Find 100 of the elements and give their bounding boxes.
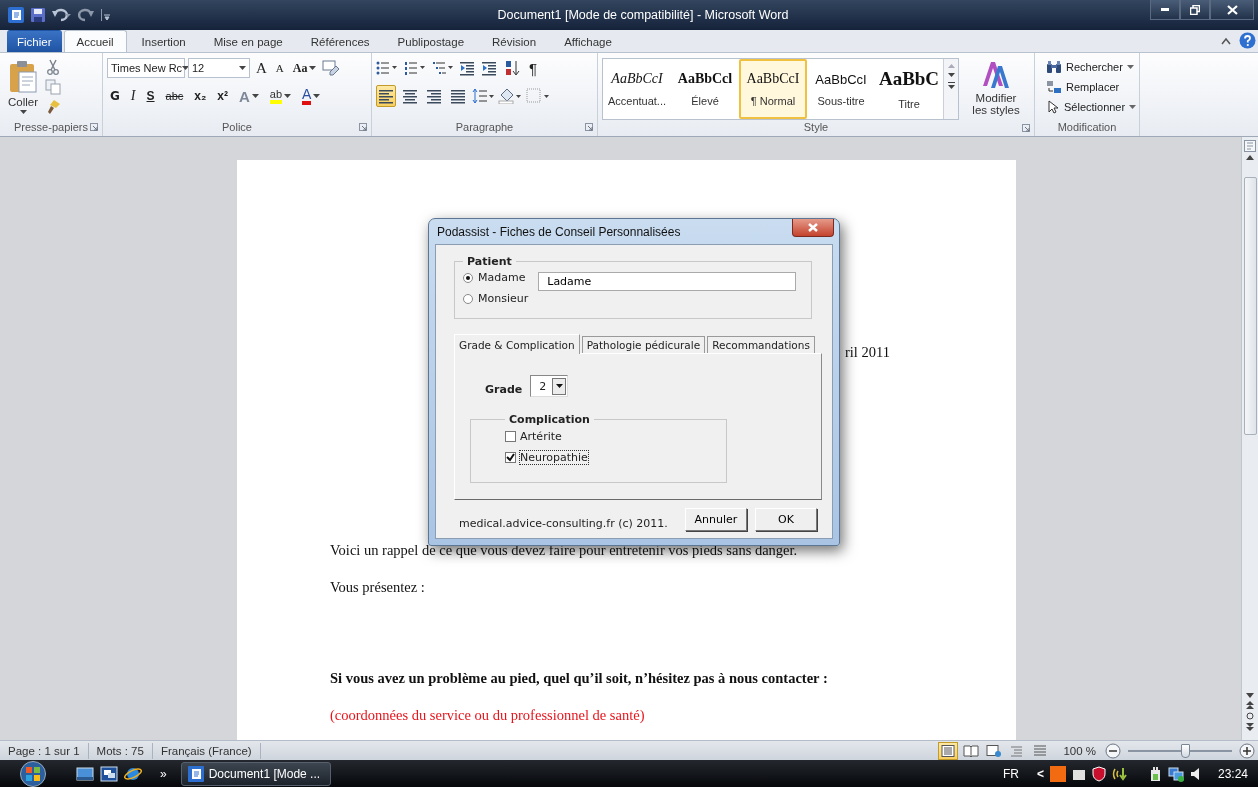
undo-icon[interactable] [52, 7, 72, 23]
color-button[interactable]: A [299, 85, 324, 107]
browse-object-icon[interactable] [1246, 712, 1254, 720]
shield-icon[interactable] [1091, 765, 1106, 782]
style-item[interactable]: AaBbCcl Élevé [671, 59, 739, 119]
format-button[interactable]: S [143, 85, 158, 107]
editing-button[interactable]: Rechercher [1043, 57, 1140, 76]
sort-icon[interactable] [504, 60, 520, 76]
dialog-button[interactable]: Annuler [685, 508, 747, 531]
minimize-button[interactable] [1150, 0, 1180, 20]
ribbon-tab[interactable]: Accueil [63, 30, 127, 52]
ruler-toggle-icon[interactable] [1244, 140, 1256, 152]
format-button[interactable]: G [107, 85, 123, 107]
shading-icon[interactable] [498, 88, 522, 104]
network-icon[interactable] [1167, 765, 1184, 782]
name-field[interactable]: Ladame [538, 272, 797, 291]
scroll-up-icon[interactable] [1246, 155, 1254, 160]
dialog-tab[interactable]: Recommandations [707, 336, 815, 353]
editing-button[interactable]: Sélectionner [1043, 97, 1140, 116]
scroll-down-icon[interactable] [947, 73, 955, 77]
dialog-tab[interactable]: Pathologie pédicurale [581, 336, 706, 353]
pilcrow-button[interactable]: ¶ [526, 57, 541, 79]
style-item[interactable]: AaBbCcI ¶ Normal [739, 59, 807, 119]
borders-icon[interactable] [526, 88, 550, 104]
checkbox-label[interactable]: Artérite [520, 430, 562, 443]
zoom-level[interactable]: 100 % [1053, 744, 1102, 757]
shrink-font-button[interactable]: A [272, 57, 287, 79]
clock[interactable]: 23:24 [1217, 766, 1248, 781]
editing-button[interactable]: Remplacer [1043, 77, 1140, 96]
signal-icon[interactable] [1111, 765, 1128, 782]
redo-icon[interactable] [78, 7, 94, 23]
numbering-icon[interactable] [404, 60, 426, 76]
ribbon-tab[interactable]: Fichier [7, 30, 62, 52]
scissors-icon[interactable] [45, 59, 62, 75]
previous-page-icon[interactable] [1246, 701, 1254, 709]
switch-windows-icon[interactable] [100, 765, 118, 782]
color-button[interactable]: ab [266, 85, 295, 107]
status-item[interactable]: Page : 1 sur 1 [0, 742, 89, 759]
ribbon-tab[interactable]: Mise en page [200, 30, 296, 52]
dialog-launcher-icon[interactable] [359, 123, 367, 131]
bullets-icon[interactable] [376, 60, 398, 76]
language-indicator[interactable]: FR [1002, 766, 1019, 781]
checkbox[interactable] [505, 431, 516, 442]
change-case-button[interactable]: Aa [289, 57, 320, 79]
ribbon-tab[interactable]: Révision [479, 30, 550, 52]
dialog-close-button[interactable] [792, 219, 834, 237]
help-icon[interactable] [1239, 32, 1256, 49]
scrollbar-thumb[interactable] [1243, 177, 1257, 435]
status-item[interactable]: Français (France) [152, 742, 261, 759]
provider-icon[interactable] [1049, 765, 1066, 782]
radio-button[interactable] [463, 272, 473, 283]
restore-button[interactable] [1180, 0, 1210, 20]
change-styles-button[interactable]: Modifier les styles [966, 57, 1026, 120]
increase-indent-icon[interactable] [482, 60, 498, 76]
customize-icon[interactable] [100, 7, 110, 23]
font-size-field[interactable]: 12 [188, 58, 250, 78]
clear-format-icon[interactable] [322, 60, 341, 76]
ribbon-tab[interactable]: Insertion [128, 30, 199, 52]
line-spacing-icon[interactable] [472, 88, 494, 104]
save-icon[interactable] [30, 7, 46, 23]
format-button[interactable]: x₂ [191, 85, 210, 107]
tray-expand-button[interactable]: < [1036, 766, 1044, 781]
style-item[interactable]: AaBbC Titre [875, 59, 943, 119]
multilevel-list-icon[interactable] [432, 60, 454, 76]
zoom-thumb[interactable] [1181, 743, 1191, 758]
zoom-in-icon[interactable] [1239, 742, 1255, 759]
radio-button[interactable] [463, 293, 473, 304]
grow-font-button[interactable]: A [253, 57, 270, 79]
next-page-icon[interactable] [1246, 723, 1254, 731]
checkbox-label[interactable]: Neuropathie [520, 451, 588, 464]
ribbon-tab[interactable]: Affichage [551, 30, 625, 52]
ribbon-tab[interactable]: Publipostage [384, 30, 478, 52]
font-name-field[interactable]: Times New Rc [107, 58, 185, 78]
status-item[interactable]: Mots : 75 [88, 742, 153, 759]
dialog-launcher-icon[interactable] [90, 123, 98, 131]
dialog-launcher-icon[interactable] [585, 123, 593, 131]
zoom-out-icon[interactable] [1105, 742, 1121, 759]
collapse-ribbon-icon[interactable] [1221, 36, 1231, 45]
view-button[interactable] [938, 741, 959, 760]
speaker-icon[interactable] [1189, 766, 1202, 781]
style-item[interactable]: AaBbCcI Accentuat... [603, 59, 671, 119]
more-icon[interactable] [947, 82, 955, 89]
checkbox[interactable] [505, 452, 516, 463]
more-button[interactable]: » [160, 766, 167, 781]
taskbar-button[interactable]: Document1 [Mode ... [180, 761, 331, 786]
dialog-button[interactable]: OK [755, 508, 817, 531]
paste-button[interactable]: Coller [4, 57, 43, 119]
ribbon-tab[interactable]: Références [297, 30, 383, 52]
radio-label[interactable]: Monsieur [478, 292, 529, 305]
style-item[interactable]: AaBbCcI Sous-titre [807, 59, 875, 119]
dialog-launcher-icon[interactable] [1022, 124, 1030, 132]
format-button[interactable]: I [127, 85, 139, 107]
radio-label[interactable]: Madame [478, 271, 526, 284]
format-button[interactable]: abc [162, 85, 187, 107]
grade-dropdown[interactable]: 2 [530, 375, 569, 397]
close-button[interactable] [1210, 0, 1254, 20]
align-button[interactable] [376, 85, 396, 107]
decrease-indent-icon[interactable] [460, 60, 476, 76]
scroll-down-icon[interactable] [1246, 693, 1254, 698]
dialog-tab[interactable]: Grade & Complication [454, 334, 580, 354]
